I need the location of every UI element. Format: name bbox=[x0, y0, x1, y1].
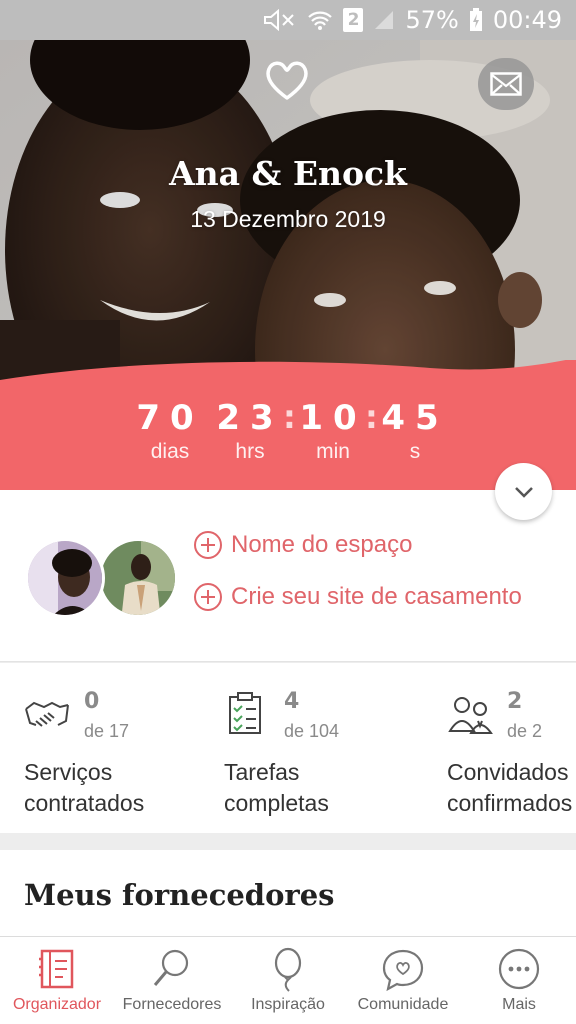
countdown-hours: 23 hrs bbox=[215, 398, 285, 466]
nav-label: Comunidade bbox=[357, 996, 449, 1013]
magnifier-icon bbox=[153, 949, 189, 986]
checklist-icon bbox=[229, 692, 261, 734]
nav-inspiracao[interactable]: Inspiração bbox=[233, 937, 343, 1024]
stat-label-line1: Tarefas bbox=[224, 759, 300, 785]
stat-label-line2: contratados bbox=[24, 790, 145, 816]
stat-label-line2: confirmados bbox=[447, 790, 573, 816]
plus-circle-icon bbox=[194, 531, 222, 559]
status-bar: 2 57% 00:49 bbox=[0, 0, 576, 40]
countdown: 70 dias 23 hrs : 10 min : 45 s bbox=[0, 360, 576, 490]
stat-count: 4 bbox=[284, 689, 300, 714]
wifi-icon bbox=[307, 9, 333, 31]
sim-badge: 2 bbox=[343, 8, 364, 32]
handshake-icon bbox=[25, 701, 69, 727]
battery-charging-icon bbox=[469, 8, 483, 32]
notebook-icon bbox=[39, 949, 74, 989]
nav-comunidade[interactable]: Comunidade bbox=[348, 937, 458, 1024]
website-link-label: Crie seu site de casamento bbox=[231, 583, 522, 610]
nav-organizador[interactable]: Organizador bbox=[2, 937, 112, 1024]
time-separator: : bbox=[365, 398, 378, 436]
hero-banner: Ana & Enock 13 Dezembro 2019 70 dias 23 … bbox=[0, 40, 576, 490]
days-label: dias bbox=[150, 440, 190, 463]
stat-total: de 104 bbox=[284, 721, 340, 741]
signal-icon bbox=[373, 9, 395, 31]
nav-label: Mais bbox=[502, 996, 536, 1013]
stat-label: Tarefas completas bbox=[224, 757, 329, 819]
venue-link-label: Nome do espaço bbox=[231, 531, 413, 558]
balloon-icon bbox=[274, 947, 302, 992]
website-link[interactable]: Crie seu site de casamento bbox=[193, 582, 522, 612]
stat-total: de 2 bbox=[507, 721, 543, 741]
mail-icon bbox=[490, 72, 522, 96]
guests-icon bbox=[448, 697, 493, 734]
hours-label: hrs bbox=[235, 440, 265, 463]
avatar-groom[interactable] bbox=[98, 538, 178, 618]
suppliers-title: Meus fornecedores bbox=[24, 878, 335, 912]
couple-card: Nome do espaço Crie seu site de casament… bbox=[0, 490, 576, 662]
stat-count: 2 bbox=[507, 689, 523, 714]
sim-badge-icon: 2 bbox=[343, 8, 364, 32]
clock: 00:49 bbox=[492, 6, 562, 34]
chat-heart-icon bbox=[382, 949, 424, 992]
battery-percent: 57% bbox=[405, 6, 459, 34]
stat-services[interactable]: 0 de 17 Serviços contratados bbox=[24, 663, 214, 833]
mute-icon bbox=[263, 9, 297, 31]
nav-label: Fornecedores bbox=[122, 996, 222, 1013]
bottom-nav: Organizador Fornecedores Inspiração Comu… bbox=[0, 936, 576, 1024]
seconds-label: s bbox=[409, 440, 421, 463]
countdown-seconds: 45 s bbox=[380, 398, 450, 466]
stat-label: Convidados confirmados bbox=[447, 757, 572, 819]
expand-button[interactable] bbox=[495, 463, 552, 520]
app-screen: 2 57% 00:49 Ana & Enock 13 Dezembro 2019… bbox=[0, 0, 576, 1024]
stat-label-line2: completas bbox=[224, 790, 329, 816]
countdown-minutes: 10 min bbox=[298, 398, 368, 466]
wedding-date: 13 Dezembro 2019 bbox=[190, 206, 386, 232]
plus-circle-icon bbox=[194, 583, 222, 611]
suppliers-section: Meus fornecedores bbox=[0, 850, 576, 940]
stat-label: Serviços contratados bbox=[24, 757, 144, 819]
countdown-days: 70 dias bbox=[135, 398, 205, 466]
stat-label-line1: Convidados bbox=[447, 759, 569, 785]
hours-value: 23 bbox=[216, 398, 284, 438]
nav-label: Organizador bbox=[12, 996, 102, 1013]
stat-tasks[interactable]: 4 de 104 Tarefas completas bbox=[224, 663, 424, 833]
stat-total: de 17 bbox=[84, 721, 130, 741]
minutes-value: 10 bbox=[299, 398, 367, 438]
nav-fornecedores[interactable]: Fornecedores bbox=[117, 937, 227, 1024]
chevron-down-icon bbox=[514, 486, 533, 498]
days-value: 70 bbox=[136, 398, 204, 438]
stat-label-line1: Serviços bbox=[24, 759, 113, 785]
stat-guests[interactable]: 2 de 2 Convidados confirmados bbox=[447, 663, 576, 833]
seconds-value: 45 bbox=[381, 398, 449, 438]
minutes-label: min bbox=[316, 440, 350, 463]
more-icon bbox=[498, 948, 540, 990]
venue-link[interactable]: Nome do espaço bbox=[193, 530, 412, 560]
couple-names: Ana & Enock bbox=[169, 154, 407, 193]
mail-button[interactable] bbox=[478, 58, 534, 110]
nav-mais[interactable]: Mais bbox=[464, 937, 574, 1024]
time-separator: : bbox=[283, 398, 296, 436]
avatar-bride[interactable] bbox=[25, 538, 105, 618]
heart-icon bbox=[266, 61, 308, 100]
nav-label: Inspiração bbox=[251, 996, 325, 1013]
stat-count: 0 bbox=[84, 689, 100, 714]
progress-stats: 0 de 17 Serviços contratados 4 de 104 Ta… bbox=[0, 663, 576, 833]
